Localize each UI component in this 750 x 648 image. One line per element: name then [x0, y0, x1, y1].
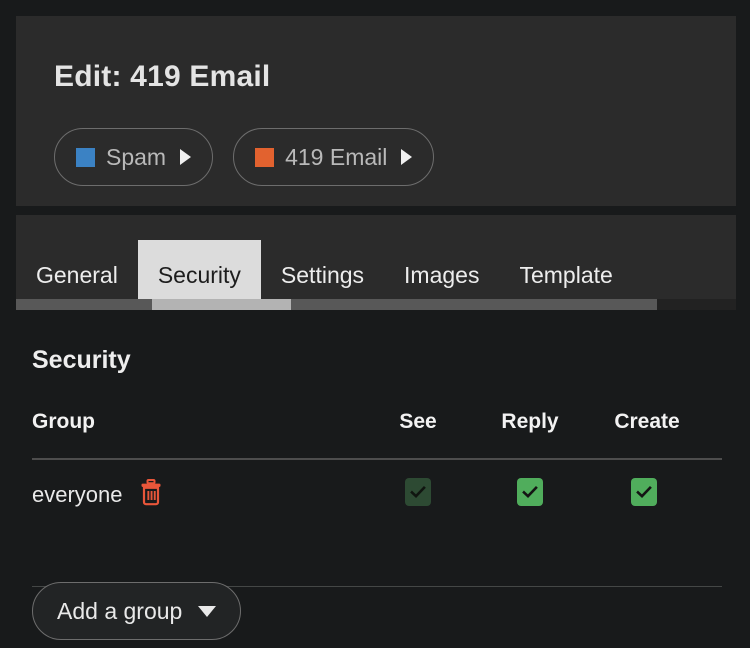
breadcrumb-item-419-email[interactable]: 419 Email — [233, 128, 435, 186]
table-header-row: Group See Reply Create — [32, 410, 722, 460]
breadcrumb-item-label: 419 Email — [285, 143, 388, 170]
checkbox-see[interactable] — [405, 478, 431, 506]
trash-icon[interactable] — [139, 478, 163, 511]
header-panel: Edit: 419 Email Spam 419 Email — [16, 16, 736, 206]
breadcrumb: Spam 419 Email — [54, 128, 435, 186]
section-title: Security — [32, 346, 131, 374]
triangle-right-icon — [401, 149, 413, 165]
group-cell: everyone — [32, 478, 163, 511]
checkbox-reply[interactable] — [517, 478, 543, 506]
scrollbar-active-segment — [152, 299, 291, 310]
add-group-button[interactable]: Add a group — [32, 582, 242, 640]
group-name: everyone — [32, 481, 123, 507]
tab-bar: General Security Settings Images Templat… — [16, 215, 736, 310]
color-swatch-icon — [76, 147, 95, 167]
breadcrumb-item-label: Spam — [106, 143, 167, 170]
tab-scrollbar-track[interactable] — [16, 299, 736, 310]
triangle-right-icon — [180, 149, 192, 165]
breadcrumb-item-spam[interactable]: Spam — [54, 128, 214, 186]
checkbox-create[interactable] — [631, 478, 657, 506]
caret-down-icon — [198, 605, 217, 617]
column-header-create: Create — [614, 410, 680, 433]
column-header-group: Group — [32, 410, 95, 433]
page-title: Edit: 419 Email — [54, 60, 271, 93]
tab-scrollbar-thumb[interactable] — [16, 299, 657, 310]
column-header-reply: Reply — [501, 410, 559, 433]
color-swatch-icon — [255, 147, 275, 167]
security-table: Group See Reply Create everyone — [32, 410, 722, 587]
table-row: everyone — [32, 460, 722, 587]
column-header-see: See — [399, 410, 437, 433]
security-content: Security Group See Reply Create everyone — [0, 310, 750, 648]
app-root: Edit: 419 Email Spam 419 Email General S… — [0, 0, 750, 648]
add-group-label: Add a group — [57, 597, 183, 624]
